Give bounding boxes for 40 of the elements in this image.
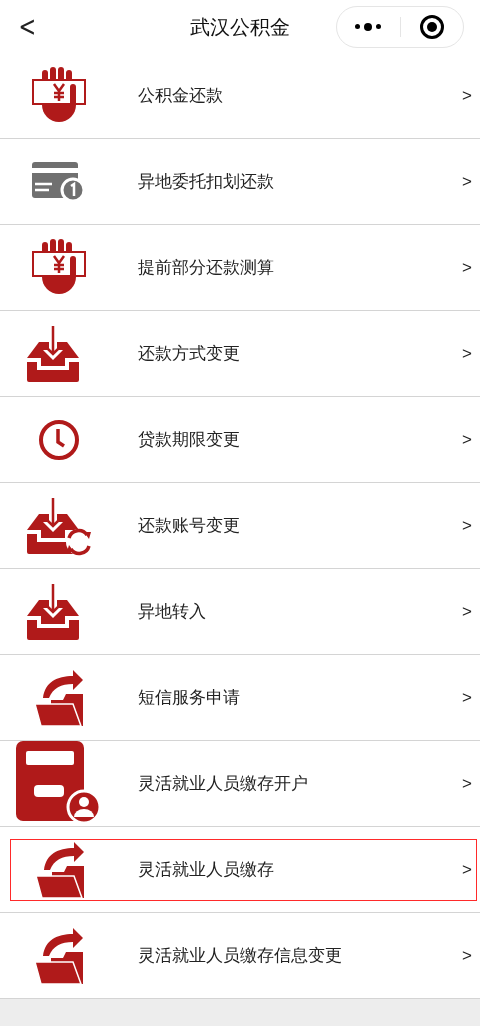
menu-item[interactable]: 提前部分还款测算 > xyxy=(0,225,480,310)
menu-item-label: 公积金还款 xyxy=(138,84,223,107)
menu-item-label: 灵活就业人员缴存信息变更 xyxy=(138,944,342,967)
menu-item[interactable]: 异地委托扣划还款 > xyxy=(0,139,480,224)
chevron: > xyxy=(462,514,472,537)
folder-share-icon xyxy=(34,839,86,900)
chevron: > xyxy=(462,342,472,365)
menu-item-label: 短信服务申请 xyxy=(138,686,240,709)
folder-share-icon xyxy=(33,925,85,986)
chevron: > xyxy=(462,686,472,709)
menu-item[interactable]: 异地转入 > xyxy=(0,569,480,654)
chevron: > xyxy=(462,600,472,623)
back-button[interactable]: < xyxy=(18,12,34,41)
menu-item[interactable]: 短信服务申请 > xyxy=(0,655,480,740)
chevron: > xyxy=(462,772,472,795)
menu-item-label: 灵活就业人员缴存 xyxy=(138,858,274,881)
menu-item[interactable]: 灵活就业人员缴存信息变更 > xyxy=(0,913,480,998)
chevron: > xyxy=(462,858,472,881)
chevron: > xyxy=(462,84,472,107)
chevron: > xyxy=(462,428,472,451)
clock-icon xyxy=(38,418,80,461)
chevron: > xyxy=(462,944,472,967)
menu-item[interactable]: 灵活就业人员缴存 > xyxy=(10,838,477,901)
menu-item[interactable]: 灵活就业人员缴存开户 > xyxy=(0,741,480,826)
menu-item-label: 异地委托扣划还款 xyxy=(138,170,274,193)
folder-share-icon xyxy=(33,667,85,728)
menu-item-label: 灵活就业人员缴存开户 xyxy=(138,772,308,795)
menu-item-label: 贷款期限变更 xyxy=(138,428,240,451)
page-title: 武汉公积金 xyxy=(190,14,290,40)
menu-item-label: 还款方式变更 xyxy=(138,342,240,365)
chevron: > xyxy=(462,170,472,193)
menu-item[interactable]: 贷款期限变更 > xyxy=(0,397,480,482)
menu-item-label: 提前部分还款测算 xyxy=(138,256,274,279)
menu-item[interactable]: 公积金还款 > xyxy=(0,53,480,138)
menu-item[interactable]: 还款方式变更 > xyxy=(0,311,480,396)
card-icon xyxy=(32,161,86,202)
chevron: > xyxy=(462,256,472,279)
menu-item[interactable]: 还款账号变更 > xyxy=(0,483,480,568)
menu-item-label: 还款账号变更 xyxy=(138,514,240,537)
menu-item-label: 异地转入 xyxy=(138,600,206,623)
